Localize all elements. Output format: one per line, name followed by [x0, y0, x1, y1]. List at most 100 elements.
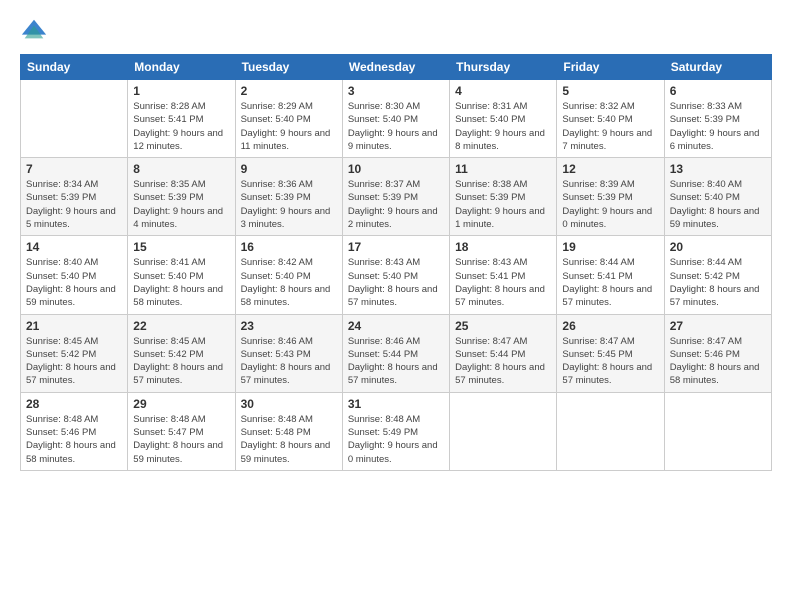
day-info: Sunrise: 8:34 AMSunset: 5:39 PMDaylight:… — [26, 178, 122, 231]
day-number: 12 — [562, 162, 658, 176]
day-number: 2 — [241, 84, 337, 98]
day-info: Sunrise: 8:41 AMSunset: 5:40 PMDaylight:… — [133, 256, 229, 309]
weekday-header-wednesday: Wednesday — [342, 55, 449, 80]
day-info: Sunrise: 8:37 AMSunset: 5:39 PMDaylight:… — [348, 178, 444, 231]
day-cell: 25Sunrise: 8:47 AMSunset: 5:44 PMDayligh… — [450, 314, 557, 392]
day-cell: 22 Sunrise: 8:45 AMSunset: 5:42 PMDayligh… — [128, 314, 235, 392]
day-cell: 20 Sunrise: 8:44 AMSunset: 5:42 PMDayligh… — [664, 236, 771, 314]
day-cell — [557, 392, 664, 470]
day-cell: 31 Sunrise: 8:48 AMSunset: 5:49 PMDayligh… — [342, 392, 449, 470]
day-number: 7 — [26, 162, 122, 176]
day-number: 15 — [133, 240, 229, 254]
day-number: 25 — [455, 319, 551, 333]
day-info: Sunrise: 8:38 AMSunset: 5:39 PMDaylight:… — [455, 178, 551, 231]
day-info: Sunrise: 8:47 AMSunset: 5:46 PMDaylight:… — [670, 335, 766, 388]
day-info: Sunrise: 8:43 AMSunset: 5:40 PMDaylight:… — [348, 256, 444, 309]
day-cell: 18 Sunrise: 8:43 AMSunset: 5:41 PMDayligh… — [450, 236, 557, 314]
week-row-4: 28 Sunrise: 8:48 AMSunset: 5:46 PMDayligh… — [21, 392, 772, 470]
day-number: 24 — [348, 319, 444, 333]
day-number: 22 — [133, 319, 229, 333]
day-cell: 14 Sunrise: 8:40 AMSunset: 5:40 PMDayligh… — [21, 236, 128, 314]
header — [20, 16, 772, 44]
day-cell: 29 Sunrise: 8:48 AMSunset: 5:47 PMDayligh… — [128, 392, 235, 470]
logo-icon — [20, 16, 48, 44]
calendar-table: SundayMondayTuesdayWednesdayThursdayFrid… — [20, 54, 772, 471]
day-number: 11 — [455, 162, 551, 176]
week-row-3: 21Sunrise: 8:45 AMSunset: 5:42 PMDayligh… — [21, 314, 772, 392]
day-number: 29 — [133, 397, 229, 411]
day-number: 27 — [670, 319, 766, 333]
day-number: 20 — [670, 240, 766, 254]
day-info: Sunrise: 8:40 AMSunset: 5:40 PMDaylight:… — [26, 256, 122, 309]
day-cell: 3 Sunrise: 8:30 AMSunset: 5:40 PMDaylight… — [342, 80, 449, 158]
day-cell: 23 Sunrise: 8:46 AMSunset: 5:43 PMDayligh… — [235, 314, 342, 392]
day-number: 8 — [133, 162, 229, 176]
day-info: Sunrise: 8:32 AMSunset: 5:40 PMDaylight:… — [562, 100, 658, 153]
day-number: 31 — [348, 397, 444, 411]
day-cell: 27 Sunrise: 8:47 AMSunset: 5:46 PMDayligh… — [664, 314, 771, 392]
day-number: 14 — [26, 240, 122, 254]
day-cell: 11 Sunrise: 8:38 AMSunset: 5:39 PMDayligh… — [450, 158, 557, 236]
day-cell: 5 Sunrise: 8:32 AMSunset: 5:40 PMDaylight… — [557, 80, 664, 158]
day-number: 23 — [241, 319, 337, 333]
day-number: 9 — [241, 162, 337, 176]
day-info: Sunrise: 8:47 AMSunset: 5:45 PMDaylight:… — [562, 335, 658, 388]
day-info: Sunrise: 8:48 AMSunset: 5:46 PMDaylight:… — [26, 413, 122, 466]
day-number: 26 — [562, 319, 658, 333]
weekday-header-friday: Friday — [557, 55, 664, 80]
weekday-header-thursday: Thursday — [450, 55, 557, 80]
day-cell — [664, 392, 771, 470]
day-cell: 19Sunrise: 8:44 AMSunset: 5:41 PMDayligh… — [557, 236, 664, 314]
weekday-header-monday: Monday — [128, 55, 235, 80]
day-info: Sunrise: 8:48 AMSunset: 5:47 PMDaylight:… — [133, 413, 229, 466]
day-cell: 24Sunrise: 8:46 AMSunset: 5:44 PMDayligh… — [342, 314, 449, 392]
day-info: Sunrise: 8:33 AMSunset: 5:39 PMDaylight:… — [670, 100, 766, 153]
day-info: Sunrise: 8:43 AMSunset: 5:41 PMDaylight:… — [455, 256, 551, 309]
logo — [20, 16, 52, 44]
day-number: 3 — [348, 84, 444, 98]
page: SundayMondayTuesdayWednesdayThursdayFrid… — [0, 0, 792, 612]
day-cell: 16Sunrise: 8:42 AMSunset: 5:40 PMDayligh… — [235, 236, 342, 314]
week-row-2: 14 Sunrise: 8:40 AMSunset: 5:40 PMDayligh… — [21, 236, 772, 314]
day-cell: 6Sunrise: 8:33 AMSunset: 5:39 PMDaylight… — [664, 80, 771, 158]
day-cell: 13Sunrise: 8:40 AMSunset: 5:40 PMDayligh… — [664, 158, 771, 236]
day-cell: 1Sunrise: 8:28 AMSunset: 5:41 PMDaylight… — [128, 80, 235, 158]
day-cell: 26 Sunrise: 8:47 AMSunset: 5:45 PMDayligh… — [557, 314, 664, 392]
day-number: 30 — [241, 397, 337, 411]
day-info: Sunrise: 8:36 AMSunset: 5:39 PMDaylight:… — [241, 178, 337, 231]
weekday-header-sunday: Sunday — [21, 55, 128, 80]
weekday-header-tuesday: Tuesday — [235, 55, 342, 80]
day-cell: 10Sunrise: 8:37 AMSunset: 5:39 PMDayligh… — [342, 158, 449, 236]
day-number: 18 — [455, 240, 551, 254]
day-number: 17 — [348, 240, 444, 254]
day-cell: 2Sunrise: 8:29 AMSunset: 5:40 PMDaylight… — [235, 80, 342, 158]
day-cell — [21, 80, 128, 158]
day-cell: 17 Sunrise: 8:43 AMSunset: 5:40 PMDayligh… — [342, 236, 449, 314]
day-info: Sunrise: 8:48 AMSunset: 5:49 PMDaylight:… — [348, 413, 444, 466]
day-info: Sunrise: 8:39 AMSunset: 5:39 PMDaylight:… — [562, 178, 658, 231]
day-info: Sunrise: 8:30 AMSunset: 5:40 PMDaylight:… — [348, 100, 444, 153]
day-cell: 7 Sunrise: 8:34 AMSunset: 5:39 PMDaylight… — [21, 158, 128, 236]
weekday-header-saturday: Saturday — [664, 55, 771, 80]
calendar-body: 1Sunrise: 8:28 AMSunset: 5:41 PMDaylight… — [21, 80, 772, 471]
day-number: 4 — [455, 84, 551, 98]
day-info: Sunrise: 8:45 AMSunset: 5:42 PMDaylight:… — [133, 335, 229, 388]
week-row-0: 1Sunrise: 8:28 AMSunset: 5:41 PMDaylight… — [21, 80, 772, 158]
day-cell: 9 Sunrise: 8:36 AMSunset: 5:39 PMDaylight… — [235, 158, 342, 236]
day-number: 28 — [26, 397, 122, 411]
day-number: 5 — [562, 84, 658, 98]
day-info: Sunrise: 8:44 AMSunset: 5:42 PMDaylight:… — [670, 256, 766, 309]
day-info: Sunrise: 8:31 AMSunset: 5:40 PMDaylight:… — [455, 100, 551, 153]
day-number: 16 — [241, 240, 337, 254]
weekday-row: SundayMondayTuesdayWednesdayThursdayFrid… — [21, 55, 772, 80]
day-number: 19 — [562, 240, 658, 254]
day-cell — [450, 392, 557, 470]
day-info: Sunrise: 8:45 AMSunset: 5:42 PMDaylight:… — [26, 335, 122, 388]
day-info: Sunrise: 8:40 AMSunset: 5:40 PMDaylight:… — [670, 178, 766, 231]
day-info: Sunrise: 8:48 AMSunset: 5:48 PMDaylight:… — [241, 413, 337, 466]
day-cell: 28 Sunrise: 8:48 AMSunset: 5:46 PMDayligh… — [21, 392, 128, 470]
day-info: Sunrise: 8:46 AMSunset: 5:43 PMDaylight:… — [241, 335, 337, 388]
day-number: 1 — [133, 84, 229, 98]
day-cell: 30 Sunrise: 8:48 AMSunset: 5:48 PMDayligh… — [235, 392, 342, 470]
day-cell: 21Sunrise: 8:45 AMSunset: 5:42 PMDayligh… — [21, 314, 128, 392]
